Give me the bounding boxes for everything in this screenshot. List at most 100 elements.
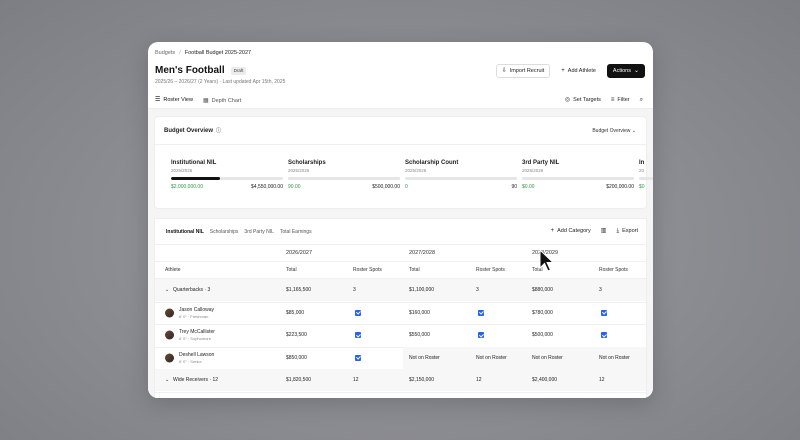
total-cell[interactable]: $223,500: [286, 332, 307, 338]
budget-overview-title: Budget Overview ⓘ: [164, 127, 222, 134]
roster-spot-checkbox[interactable]: [601, 332, 607, 338]
avatar: [165, 353, 174, 362]
import-icon: ⇩: [501, 68, 507, 74]
table-row[interactable]: Trey McCallister 6' 0" · Sophomore $223,50…: [155, 324, 646, 346]
add-athlete-button[interactable]: + Add Athlete: [555, 64, 602, 78]
roster-spot-checkbox[interactable]: [601, 309, 607, 316]
table-row[interactable]: Tyrese Holloway: [155, 392, 646, 399]
year-header: 2026/2027: [286, 250, 312, 256]
chip-3rd-party-nil[interactable]: 3rd Party NIL: [244, 229, 273, 235]
column-header-total[interactable]: Total: [409, 267, 420, 273]
avatar: [165, 308, 174, 317]
metric-progress-fill: [171, 177, 221, 180]
total-cell[interactable]: $550,000: [409, 332, 430, 338]
breadcrumb-current: Football Budget 2025-2027: [184, 50, 252, 56]
column-header-total[interactable]: Total: [286, 267, 297, 273]
filter-icon: ≡: [610, 97, 615, 103]
metric-range: 2025/2026: [288, 168, 310, 173]
metric-current: $2,000,000.00: [171, 184, 203, 190]
metric-range: 2025/2026: [405, 168, 427, 173]
metric-progress-bar: [639, 177, 653, 180]
app-window: Budgets / Football Budget 2025-2027 Men's …: [148, 42, 653, 398]
chevron-down-icon[interactable]: ⌄: [165, 287, 169, 293]
metric-range: 2025/2026: [522, 168, 544, 173]
chevron-down-icon: ⌄: [633, 68, 639, 74]
total-cell: $2,400,000: [532, 377, 558, 383]
metric-range: 2025/2026: [171, 168, 193, 173]
target-icon: ◎: [564, 97, 571, 103]
add-category-button[interactable]: + Add Category: [551, 228, 591, 234]
metric-current: $0.00: [522, 184, 535, 190]
athlete-meta: 6' 0" · Senior: [179, 358, 202, 364]
actions-menu-button[interactable]: Actions ⌄: [606, 64, 645, 78]
total-cell: $880,000: [532, 287, 553, 293]
metric-card: Institutional NIL 2025/2026 $2,000,000.00 $…: [171, 160, 283, 190]
metric-label: Scholarship Count: [405, 160, 459, 166]
budget-table: Institutional NIL Scholarships 3rd Party…: [154, 218, 647, 398]
info-icon: ⓘ: [216, 127, 222, 134]
metric-card: Scholarship Count 2025/2026 0 90: [405, 160, 517, 190]
metric-current: $0: [639, 184, 645, 190]
metric-card: In 20 $0: [639, 160, 653, 190]
search-button[interactable]: ⌕: [640, 97, 643, 103]
metric-current: 90.00: [288, 184, 301, 190]
roster-spots-cell: 12: [599, 377, 605, 383]
total-cell[interactable]: $85,000: [286, 310, 304, 316]
metric-current: 0: [405, 184, 408, 190]
roster-spot-checkbox[interactable]: [478, 332, 484, 338]
metric-label: 3rd Party NIL: [522, 160, 560, 166]
table-row[interactable]: Jason Calloway 6' 0" · Freshman $85,000 $16…: [155, 302, 646, 324]
roster-spot-checkbox[interactable]: [478, 309, 484, 316]
metric-range: 20: [639, 168, 645, 173]
column-header-roster-spots[interactable]: Roster Spots: [476, 267, 505, 273]
export-button[interactable]: ⤓ Export: [616, 228, 638, 234]
budget-overview-card: Budget Overview ⓘ Budget Overview ⌄ Inst…: [154, 116, 653, 209]
status-badge: Draft: [230, 66, 247, 75]
total-cell: $1,165,500: [286, 287, 312, 293]
filter-button[interactable]: ≡ Filter: [611, 97, 630, 103]
athlete-name: Jason Calloway: [179, 306, 215, 313]
athlete-cell[interactable]: Deshell Lawson 6' 0" · Senior: [179, 352, 214, 364]
metric-card: 3rd Party NIL 2025/2026 $0.00 $200,000.00: [522, 160, 634, 190]
table-row[interactable]: Deshell Lawson 6' 0" · Senior $850,000 Not …: [155, 346, 646, 369]
metric-progress-bar: [288, 177, 400, 180]
avatar: [165, 330, 174, 340]
group-row[interactable]: ⌄ Wide Receivers · 12 $1,820,500 12 $2,150,0…: [155, 369, 646, 391]
column-header-roster-spots[interactable]: Roster Spots: [599, 267, 628, 273]
metric-label: Institutional NIL: [171, 160, 217, 166]
column-header-athlete[interactable]: Athlete: [165, 267, 181, 273]
grid-icon: ▦: [202, 97, 209, 104]
roster-spot-checkbox[interactable]: [355, 332, 361, 338]
athlete-cell[interactable]: Jason Calloway 6' 0" · Freshman: [179, 307, 214, 319]
chip-total-earnings[interactable]: Total Earnings: [280, 229, 312, 235]
column-header-roster-spots[interactable]: Roster Spots: [353, 267, 382, 273]
metric-progress-bar: [522, 177, 634, 180]
roster-spots-cell: 3: [353, 287, 356, 293]
import-recruit-button[interactable]: ⇩ Import Recruit: [495, 64, 551, 78]
group-row[interactable]: ⌄ Quarterbacks · 3 $1,165,500 3 $1,100,000 3 $…: [155, 279, 646, 301]
metric-max: $500,000.00: [372, 184, 400, 190]
plus-icon: +: [550, 228, 555, 234]
budget-overview-select[interactable]: Budget Overview ⌄: [592, 128, 636, 134]
plus-icon: +: [561, 68, 565, 74]
set-targets-button[interactable]: ◎ Set Targets: [565, 97, 601, 103]
total-cell[interactable]: $160,000: [409, 310, 430, 316]
athlete-name: Trey McCallister: [179, 329, 215, 335]
total-cell: Not on Roster: [532, 354, 563, 361]
breadcrumb: Budgets / Football Budget 2025-2027: [155, 50, 252, 56]
chip-scholarships[interactable]: Scholarships: [210, 229, 239, 235]
total-cell: $1,100,000: [409, 287, 435, 293]
roster-spot-checkbox[interactable]: [355, 309, 361, 316]
metric-label: In: [639, 160, 645, 166]
roster-spots-cell: Not on Roster: [599, 354, 630, 361]
total-cell[interactable]: $850,000: [286, 355, 307, 361]
chip-institutional-nil[interactable]: Institutional NIL: [166, 229, 204, 235]
columns-button[interactable]: ▥: [601, 228, 607, 234]
total-cell[interactable]: $500,000: [532, 332, 553, 338]
athlete-cell[interactable]: Trey McCallister 6' 0" · Sophomore: [179, 329, 215, 341]
roster-spot-checkbox[interactable]: [355, 354, 361, 361]
list-icon: ☰: [155, 97, 161, 103]
total-cell[interactable]: $780,000: [532, 310, 553, 316]
chevron-down-icon[interactable]: ⌄: [165, 377, 169, 383]
breadcrumb-parent[interactable]: Budgets: [155, 50, 175, 56]
